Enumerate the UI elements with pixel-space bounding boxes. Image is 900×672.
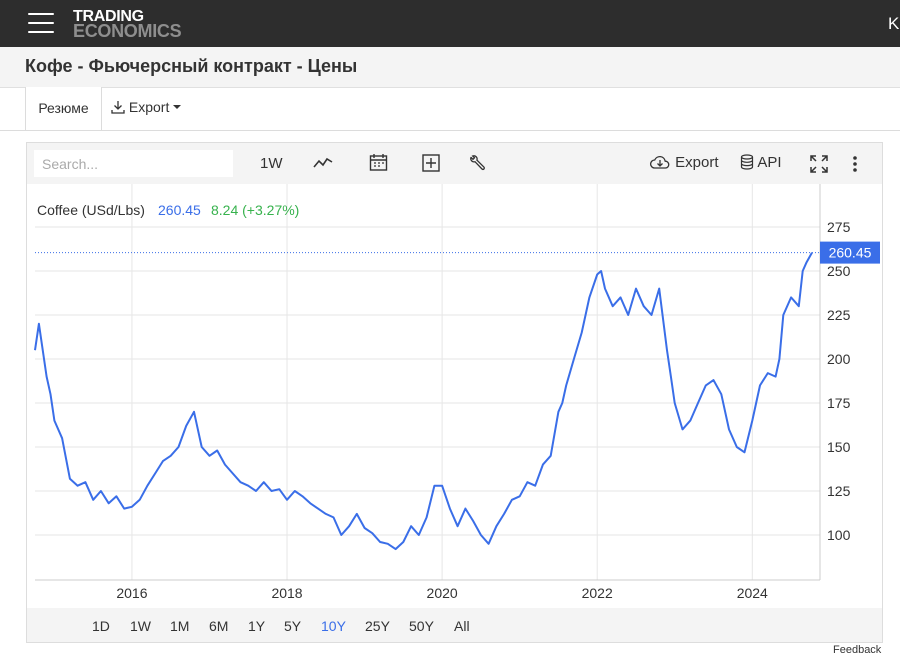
- top-navigation-bar: TRADING ECONOMICS K: [0, 0, 900, 47]
- y-tick-label: 175: [827, 395, 851, 411]
- menu-icon[interactable]: [28, 13, 54, 35]
- range-50y[interactable]: 50Y: [409, 618, 434, 634]
- range-selector: 1D 1W 1M 6M 1Y 5Y 10Y 25Y 50Y All: [27, 608, 882, 642]
- y-tick-label: 250: [827, 263, 851, 279]
- x-tick-label: 2018: [271, 585, 302, 601]
- last-value-label: 260.45: [829, 245, 872, 261]
- calendar-icon[interactable]: [369, 153, 388, 172]
- x-tick-label: 2016: [116, 585, 147, 601]
- more-options-icon[interactable]: [853, 156, 857, 172]
- range-10y[interactable]: 10Y: [321, 618, 346, 634]
- search-input[interactable]: [34, 150, 233, 177]
- logo[interactable]: TRADING ECONOMICS: [73, 9, 182, 41]
- range-1w[interactable]: 1W: [130, 618, 151, 634]
- export-dropdown-label: Export: [128, 99, 170, 115]
- tab-bar: Резюме Export: [0, 87, 900, 131]
- y-tick-label: 200: [827, 351, 851, 367]
- y-tick-label: 275: [827, 219, 851, 235]
- chart-toolbar: 1W Export API: [27, 143, 882, 184]
- x-tick-label: 2022: [582, 585, 613, 601]
- range-5y[interactable]: 5Y: [284, 618, 301, 634]
- export-chart-label: Export: [675, 154, 719, 171]
- api-label: API: [757, 154, 782, 171]
- range-25y[interactable]: 25Y: [365, 618, 390, 634]
- feedback-link[interactable]: Feedback: [833, 644, 881, 656]
- page-title: Кофе - Фьючерсный контракт - Цены: [25, 56, 358, 76]
- range-1y[interactable]: 1Y: [248, 618, 265, 634]
- y-tick-label: 100: [827, 527, 851, 543]
- export-dropdown[interactable]: Export: [111, 99, 182, 115]
- legend-change: 8.24 (+3.27%): [211, 202, 299, 218]
- logo-line-2: ECONOMICS: [73, 21, 182, 41]
- price-chart[interactable]: 100 125 150 175 200 225 250 275 2016 2018 2020 202…: [27, 184, 882, 608]
- download-icon: [111, 101, 125, 114]
- title-bar: Кофе - Фьючерсный контракт - Цены: [0, 47, 900, 88]
- chart-panel: 1W Export API 1001251501752002252502: [26, 142, 883, 643]
- y-tick-label: 150: [827, 439, 851, 455]
- cloud-download-icon: [649, 156, 670, 169]
- fullscreen-icon[interactable]: [810, 155, 828, 173]
- y-tick-label: 125: [827, 483, 851, 499]
- line-chart-icon[interactable]: [313, 154, 333, 170]
- caret-down-icon: [173, 105, 182, 109]
- tab-summary[interactable]: Резюме: [25, 87, 102, 130]
- period-button[interactable]: 1W: [260, 155, 283, 172]
- api-button[interactable]: API: [740, 154, 782, 171]
- database-icon: [740, 154, 754, 170]
- wrench-icon[interactable]: [468, 155, 486, 173]
- legend-series-name: Coffee (USd/Lbs): [37, 202, 145, 218]
- legend-last-value: 260.45: [158, 202, 201, 218]
- export-chart-button[interactable]: Export: [649, 154, 719, 171]
- x-tick-label: 2024: [737, 585, 768, 601]
- range-1d[interactable]: 1D: [92, 618, 110, 634]
- add-indicator-icon[interactable]: [422, 154, 440, 172]
- range-1m[interactable]: 1M: [170, 618, 189, 634]
- y-tick-label: 225: [827, 307, 851, 323]
- topbar-right-text[interactable]: K: [888, 14, 900, 34]
- range-6m[interactable]: 6M: [209, 618, 228, 634]
- range-all[interactable]: All: [454, 618, 470, 634]
- plot-area: [35, 184, 820, 580]
- x-tick-label: 2020: [427, 585, 458, 601]
